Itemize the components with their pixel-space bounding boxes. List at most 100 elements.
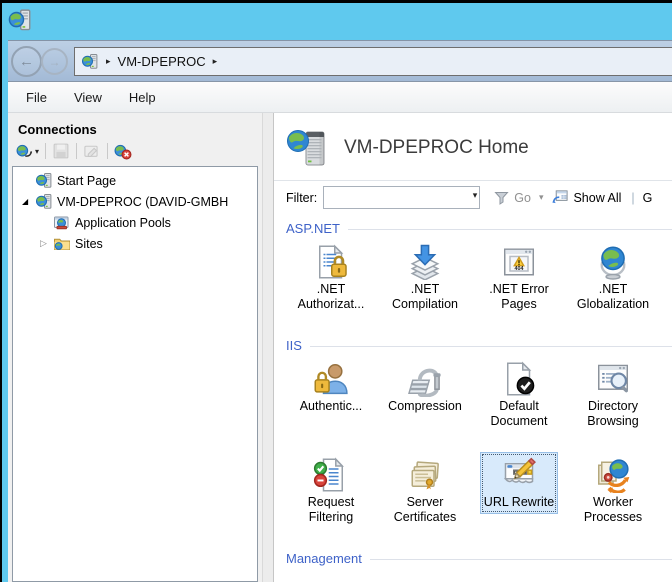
combo-dropdown-icon[interactable]: ▾ <box>473 190 478 201</box>
menu-bar: File View Help <box>8 82 672 113</box>
feature-tile-body[interactable]: Authentic... <box>296 356 367 418</box>
feature-tile-body[interactable]: Directory Browsing <box>583 356 642 433</box>
breadcrumb-item[interactable]: VM-DPEPROC <box>118 54 206 69</box>
menu-view[interactable]: View <box>74 90 102 105</box>
feature-compression[interactable]: Compression <box>378 356 472 448</box>
panel-splitter[interactable] <box>262 113 274 582</box>
net-error-pages-icon: 404 <box>501 244 537 280</box>
go-dropdown-icon[interactable]: ▾ <box>539 192 544 203</box>
section-rule <box>310 346 672 347</box>
application-pools-icon <box>53 214 71 231</box>
feature-worker-processes[interactable]: Worker Processes <box>566 452 660 544</box>
back-button[interactable]: ← <box>11 46 42 77</box>
create-connection-icon <box>16 142 34 160</box>
feature-label: Authentic... <box>300 399 363 414</box>
feature-label: Worker Processes <box>584 495 642 525</box>
show-all-button[interactable]: Show All <box>573 191 621 205</box>
breadcrumb-separator-icon[interactable]: ▸ <box>213 56 218 67</box>
section-rule <box>348 229 672 230</box>
create-connection-button[interactable]: ▾ <box>14 141 41 161</box>
connections-tree: Start Page ◢ VM-DPEPROC (DAVID-GMBH Applica… <box>12 166 258 582</box>
save-connections-button <box>50 141 72 161</box>
tree-item-label: Application Pools <box>75 216 171 230</box>
toolbar-separator <box>107 143 108 159</box>
url-rewrite-icon <box>501 457 537 493</box>
section-title: Management <box>286 551 362 566</box>
breadcrumb-separator-icon: ▸ <box>106 56 111 67</box>
server-certificates-icon <box>407 457 443 493</box>
feature-net-error-pages[interactable]: 404.NET Error Pages <box>472 239 566 331</box>
dropdown-arrow-icon[interactable]: ▾ <box>35 147 39 156</box>
feature-label: Server Certificates <box>394 495 457 525</box>
feature-net-compilation[interactable]: .NET Compilation <box>378 239 472 331</box>
address-bar: ← → ▸ VM-DPEPROC ▸ <box>8 40 672 82</box>
feature-tile-body[interactable]: Worker Processes <box>580 452 646 529</box>
section-header-iis: IIS <box>286 338 672 353</box>
tree-item-start-page[interactable]: Start Page <box>13 170 257 191</box>
feature-tile-body[interactable]: Server Certificates <box>390 452 461 529</box>
feature-net-globalization[interactable]: .NET Globalization <box>566 239 660 331</box>
feature-request-filtering[interactable]: Request Filtering <box>284 452 378 544</box>
show-all-icon <box>551 189 569 206</box>
feature-label: Request Filtering <box>308 495 355 525</box>
group-by-label-partial: G <box>643 191 653 205</box>
net-globalization-icon <box>595 244 631 280</box>
features-area: ASP.NET .NET Authorizat... .NET Compilatio… <box>274 214 672 582</box>
tree-item-label: Start Page <box>57 174 116 188</box>
compression-icon <box>407 361 443 397</box>
tree-item-application-pools[interactable]: Application Pools <box>13 212 257 233</box>
server-home-icon <box>284 125 330 171</box>
menu-help[interactable]: Help <box>129 90 156 105</box>
feature-tile-body[interactable]: Default Document <box>487 356 552 433</box>
tree-item-label: VM-DPEPROC (DAVID-GMBH <box>57 195 228 209</box>
delete-connection-button[interactable] <box>112 141 134 161</box>
delete-connection-icon <box>114 142 132 160</box>
request-filtering-icon <box>313 457 349 493</box>
feature-grid-asp-net: .NET Authorizat....NET Compilation404.NE… <box>284 239 672 331</box>
worker-processes-icon <box>595 457 631 493</box>
tree-item-vm-dpeproc-david-gmbh[interactable]: ◢ VM-DPEPROC (DAVID-GMBH <box>13 191 257 212</box>
iis-manager-icon <box>8 8 32 32</box>
feature-authentic[interactable]: Authentic... <box>284 356 378 448</box>
feature-net-authorizat[interactable]: .NET Authorizat... <box>284 239 378 331</box>
feature-tile-body[interactable]: 404.NET Error Pages <box>485 239 553 316</box>
filter-combobox[interactable]: ▾ <box>323 186 480 209</box>
expander-expanded-icon[interactable]: ◢ <box>22 197 35 206</box>
feature-default-document[interactable]: Default Document <box>472 356 566 448</box>
feature-label: .NET Compilation <box>392 282 458 312</box>
sites-icon <box>53 235 71 252</box>
net-compilation-icon <box>407 244 443 280</box>
feature-tile-body[interactable]: Request Filtering <box>304 452 359 529</box>
feature-tile-body[interactable]: Compression <box>384 356 466 418</box>
feature-tile-body[interactable]: URL Rewrite <box>480 452 558 514</box>
filter-funnel-icon <box>494 190 509 205</box>
net-authorization-icon <box>313 244 349 280</box>
section-title: ASP.NET <box>286 221 340 236</box>
feature-label: Compression <box>388 399 462 414</box>
toolbar-separator <box>76 143 77 159</box>
feature-label: Directory Browsing <box>587 399 638 429</box>
section-header-management: Management <box>286 551 672 566</box>
go-button[interactable]: Go <box>514 191 531 205</box>
feature-tile-body[interactable]: .NET Authorizat... <box>294 239 369 316</box>
feature-tile-body[interactable]: .NET Globalization <box>573 239 653 316</box>
tree-item-sites[interactable]: ▷Sites <box>13 233 257 254</box>
menu-file[interactable]: File <box>26 90 47 105</box>
feature-label: Default Document <box>491 399 548 429</box>
feature-label: .NET Globalization <box>577 282 649 312</box>
expander-collapsed-icon[interactable]: ▷ <box>40 238 53 249</box>
connections-title: Connections <box>8 113 262 140</box>
filterbar-separator: | <box>631 191 634 205</box>
feature-url-rewrite[interactable]: URL Rewrite <box>472 452 566 544</box>
feature-tile-body[interactable]: .NET Compilation <box>388 239 462 316</box>
page-title: VM-DPEPROC Home <box>344 137 529 159</box>
edit-connection-icon <box>83 142 101 160</box>
feature-server-certificates[interactable]: Server Certificates <box>378 452 472 544</box>
feature-label: URL Rewrite <box>484 495 554 510</box>
feature-directory-browsing[interactable]: Directory Browsing <box>566 356 660 448</box>
breadcrumb[interactable]: ▸ VM-DPEPROC ▸ <box>74 47 672 76</box>
svg-text:404: 404 <box>515 266 524 272</box>
toolbar-separator <box>45 143 46 159</box>
start-page-icon <box>35 172 53 189</box>
forward-button[interactable]: → <box>41 48 68 75</box>
